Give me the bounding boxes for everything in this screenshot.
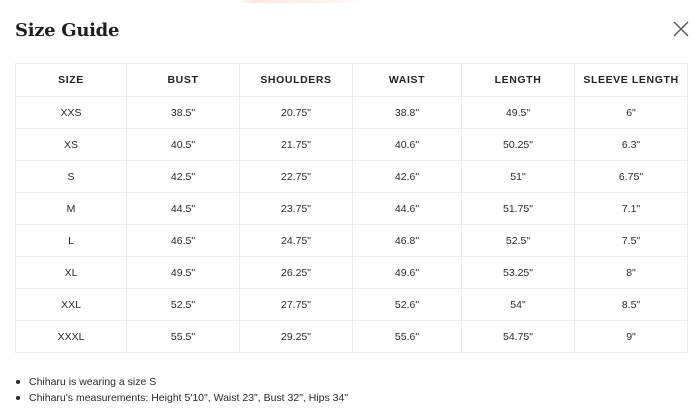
cell-sleeve-length: 7.1" xyxy=(574,192,688,225)
cell-waist: 38.8" xyxy=(352,96,462,129)
cell-sleeve-length: 6.3" xyxy=(574,128,688,161)
cell-length: 51" xyxy=(461,160,575,193)
cell-sleeve-length: 6" xyxy=(574,96,688,129)
cell-length: 52.5" xyxy=(461,224,575,257)
header-sleeve-length: SLEEVE LENGTH xyxy=(574,63,688,97)
cell-bust: 49.5" xyxy=(126,256,240,289)
bullet-icon xyxy=(16,396,20,400)
note-measurements: Chiharu's measurements: Height 5'10", Wa… xyxy=(29,392,349,404)
size-table: SIZE BUST SHOULDERS WAIST LENGTH SLEEVE … xyxy=(15,63,688,353)
header-waist: WAIST xyxy=(352,63,462,97)
table-row: XXL 52.5" 27.75" 52.6" 54" 8.5" xyxy=(15,288,688,321)
cell-size: XXXL xyxy=(15,320,127,353)
cell-size: XXL xyxy=(15,288,127,321)
table-header-row: SIZE BUST SHOULDERS WAIST LENGTH SLEEVE … xyxy=(15,63,688,97)
cell-waist: 44.6" xyxy=(352,192,462,225)
cell-size: L xyxy=(15,224,127,257)
table-row: M 44.5" 23.75" 44.6" 51.75" 7.1" xyxy=(15,192,688,225)
cell-waist: 40.6" xyxy=(352,128,462,161)
cell-length: 54.75" xyxy=(461,320,575,353)
cell-waist: 55.6" xyxy=(352,320,462,353)
cell-waist: 49.6" xyxy=(352,256,462,289)
header-length: LENGTH xyxy=(461,63,575,97)
list-item: Chiharu's measurements: Height 5'10", Wa… xyxy=(15,390,348,406)
table-row: XXS 38.5" 20.75" 38.8" 49.5" 6" xyxy=(15,96,688,129)
bullet-icon xyxy=(16,380,20,384)
cell-shoulders: 24.75" xyxy=(239,224,353,257)
cell-length: 53.25" xyxy=(461,256,575,289)
cell-bust: 42.5" xyxy=(126,160,240,193)
table-row: S 42.5" 22.75" 42.6" 51" 6.75" xyxy=(15,160,688,193)
cell-length: 54" xyxy=(461,288,575,321)
cell-sleeve-length: 8" xyxy=(574,256,688,289)
cell-size: S xyxy=(15,160,127,193)
cell-shoulders: 20.75" xyxy=(239,96,353,129)
table-row: L 46.5" 24.75" 46.8" 52.5" 7.5" xyxy=(15,224,688,257)
table-row: XL 49.5" 26.25" 49.6" 53.25" 8" xyxy=(15,256,688,289)
cell-shoulders: 26.25" xyxy=(239,256,353,289)
cell-waist: 42.6" xyxy=(352,160,462,193)
modal-title: Size Guide xyxy=(15,20,120,41)
note-size-worn: Chiharu is wearing a size S xyxy=(29,376,157,388)
close-button[interactable] xyxy=(670,18,692,40)
cell-waist: 46.8" xyxy=(352,224,462,257)
cell-waist: 52.6" xyxy=(352,288,462,321)
cell-length: 51.75" xyxy=(461,192,575,225)
header-size: SIZE xyxy=(15,63,127,97)
cell-bust: 46.5" xyxy=(126,224,240,257)
cell-sleeve-length: 8.5" xyxy=(574,288,688,321)
table-row: XXXL 55.5" 29.25" 55.6" 54.75" 9" xyxy=(15,320,688,353)
cell-length: 49.5" xyxy=(461,96,575,129)
header-shoulders: SHOULDERS xyxy=(239,63,353,97)
model-notes: Chiharu is wearing a size S Chiharu's me… xyxy=(15,374,348,406)
header-bust: BUST xyxy=(126,63,240,97)
cell-sleeve-length: 6.75" xyxy=(574,160,688,193)
cell-size: M xyxy=(15,192,127,225)
cell-size: XL xyxy=(15,256,127,289)
cell-shoulders: 29.25" xyxy=(239,320,353,353)
cell-sleeve-length: 7.5" xyxy=(574,224,688,257)
cell-bust: 44.5" xyxy=(126,192,240,225)
cell-bust: 38.5" xyxy=(126,96,240,129)
list-item: Chiharu is wearing a size S xyxy=(15,374,348,390)
table-row: XS 40.5" 21.75" 40.6" 50.25" 6.3" xyxy=(15,128,688,161)
cell-shoulders: 22.75" xyxy=(239,160,353,193)
cell-size: XS xyxy=(15,128,127,161)
cell-sleeve-length: 9" xyxy=(574,320,688,353)
cell-length: 50.25" xyxy=(461,128,575,161)
close-icon xyxy=(673,21,689,37)
cell-bust: 52.5" xyxy=(126,288,240,321)
background-strip xyxy=(0,0,700,3)
cell-bust: 40.5" xyxy=(126,128,240,161)
cell-shoulders: 27.75" xyxy=(239,288,353,321)
cell-shoulders: 23.75" xyxy=(239,192,353,225)
size-guide-modal: Size Guide SIZE BUST SHOULDERS WAIST LEN… xyxy=(0,0,700,418)
cell-shoulders: 21.75" xyxy=(239,128,353,161)
cell-bust: 55.5" xyxy=(126,320,240,353)
cell-size: XXS xyxy=(15,96,127,129)
